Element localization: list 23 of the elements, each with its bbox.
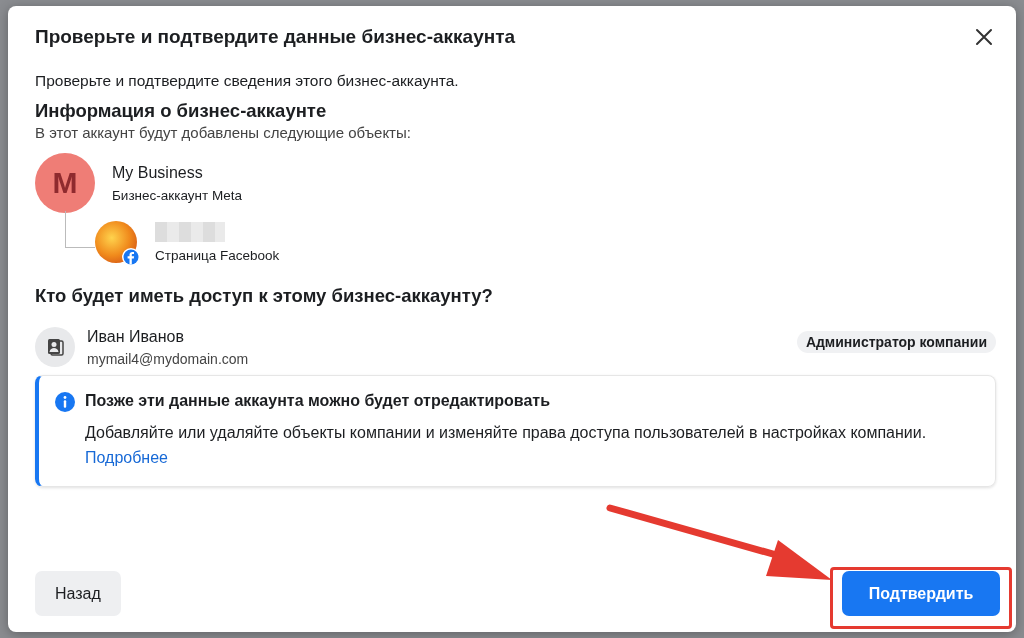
section-heading: Кто будет иметь доступ к этому бизнес-аккаунту? [35,285,494,307]
user-card-icon [45,337,65,357]
learn-more-link[interactable]: Подробнее [85,449,168,466]
info-icon [55,392,75,412]
person-email: mymail4@mydomain.com [87,350,249,367]
account-avatar: M [35,153,95,213]
section-subtitle: В этот аккаунт будут добавлены следующие объекты: [35,124,412,141]
dialog-title: Проверьте и подтвердите данные бизнес-аккаунта [35,26,516,48]
back-button[interactable]: Назад [35,571,121,616]
intro-text: Проверьте и подтвердите сведения этого бизнес-аккаунта. [35,72,460,90]
close-icon [974,27,994,47]
role-tag: Администратор компании [796,331,996,353]
blurred-page-name [155,221,225,242]
account-name: My Business [112,163,204,182]
facebook-badge-icon [122,248,140,266]
notice-title: Позже эти данные аккаунта можно будет отредактировать [85,392,552,410]
section-heading: Информация о бизнес-аккаунте [35,100,328,122]
person-name: Иван Иванов [87,327,185,346]
asset-type: Страница Facebook [155,247,280,263]
tree-connector [65,211,95,248]
account-type: Бизнес-аккаунт Meta [112,187,242,203]
notice-text: Добавляйте или удаляйте объекты компании и изменяйте права доступа пользователей в настройках компании. [85,423,927,443]
confirm-button[interactable]: Подтвердить [842,571,1000,616]
